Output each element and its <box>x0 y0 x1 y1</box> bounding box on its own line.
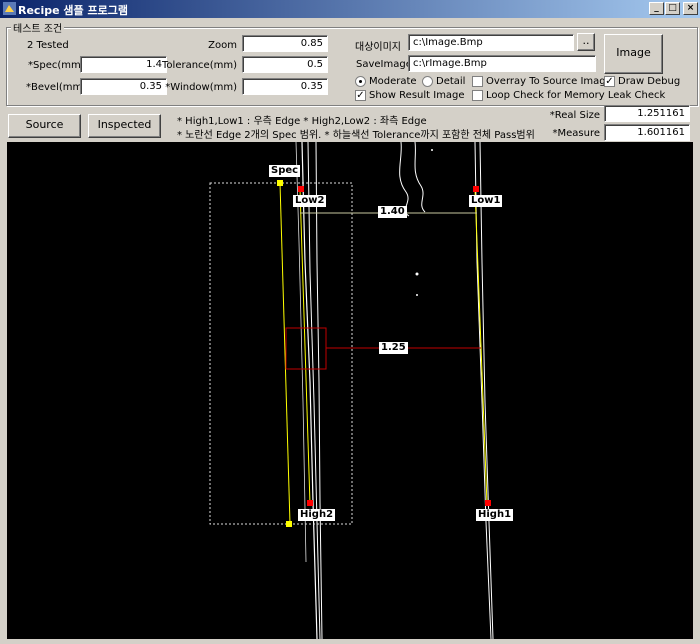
draw-debug-checkbox[interactable]: ✓ <box>604 76 615 87</box>
target-image-label: 대상이미지 <box>355 42 401 53</box>
tested-count: 2 Tested <box>27 40 69 51</box>
window-title: Recipe 샘플 프로그램 <box>18 4 128 17</box>
overlay-label: Overray To Source Image <box>486 76 612 87</box>
detail-label: Detail <box>436 76 466 87</box>
zoom-input[interactable]: 0.85 <box>242 35 328 52</box>
high1-marker-label: High1 <box>476 509 514 521</box>
real-size-value[interactable]: 1.251161 <box>604 105 690 122</box>
zoom-label: Zoom <box>208 40 237 51</box>
image-button[interactable]: Image <box>604 34 663 74</box>
group-title: 테스트 조건 <box>11 20 65 35</box>
inspected-button[interactable]: Inspected <box>88 114 161 138</box>
high2-marker-label: High2 <box>298 509 336 521</box>
show-result-label: Show Result Image <box>369 90 465 101</box>
low1-marker-label: Low1 <box>469 195 503 207</box>
top-distance-label: 1.40 <box>378 206 407 218</box>
spec-input[interactable]: 1.4 <box>80 56 167 73</box>
bevel-input[interactable]: 0.35 <box>80 78 167 95</box>
mid-distance-label: 1.25 <box>379 342 408 354</box>
measure-value[interactable]: 1.601161 <box>604 124 690 141</box>
moderate-label: Moderate <box>369 76 417 87</box>
overlay-checkbox[interactable] <box>472 76 483 87</box>
low2-marker-label: Low2 <box>293 195 327 207</box>
detail-radio[interactable] <box>422 76 433 87</box>
spec-label: *Spec(mm) <box>28 60 85 71</box>
title-bar: Recipe 샘플 프로그램 _ □ × <box>0 0 700 18</box>
window-label: *Window(mm) <box>165 82 237 93</box>
loop-check-label: Loop Check for Memory Leak Check <box>486 90 666 101</box>
tolerance-input[interactable]: 0.5 <box>242 56 328 73</box>
draw-debug-label: Draw Debug <box>618 76 681 87</box>
inspection-overlay <box>209 142 494 639</box>
minimize-button[interactable]: _ <box>649 2 664 15</box>
source-button[interactable]: Source <box>8 114 81 138</box>
save-image-label: SaveImage <box>356 59 412 70</box>
close-button[interactable]: × <box>683 2 698 15</box>
moderate-radio[interactable] <box>355 76 366 87</box>
app-icon <box>3 2 16 15</box>
real-size-label: *Real Size <box>549 110 600 121</box>
note-line-1: * High1,Low1 : 우측 Edge * High2,Low2 : 좌측… <box>177 116 427 127</box>
bevel-label: *Bevel(mm) <box>26 82 87 93</box>
tolerance-label: Tolerance(mm) <box>162 60 237 71</box>
target-image-input[interactable]: c:\Image.Bmp <box>408 34 574 51</box>
show-result-checkbox[interactable]: ✓ <box>355 90 366 101</box>
measure-label: *Measure <box>552 128 601 139</box>
loop-check-checkbox[interactable] <box>472 90 483 101</box>
spec-marker-label: Spec <box>269 165 301 177</box>
inspection-image-canvas[interactable]: Spec Low2 Low1 1.40 1.25 High2 High1 <box>7 142 693 639</box>
maximize-button[interactable]: □ <box>665 2 680 15</box>
save-image-input[interactable]: c:\rImage.Bmp <box>408 55 596 72</box>
browse-button[interactable]: .. <box>577 33 595 51</box>
note-line-2: * 노란선 Edge 2개의 Spec 범위. * 하늘색선 Tolerance… <box>177 130 535 141</box>
window-input[interactable]: 0.35 <box>242 78 328 95</box>
